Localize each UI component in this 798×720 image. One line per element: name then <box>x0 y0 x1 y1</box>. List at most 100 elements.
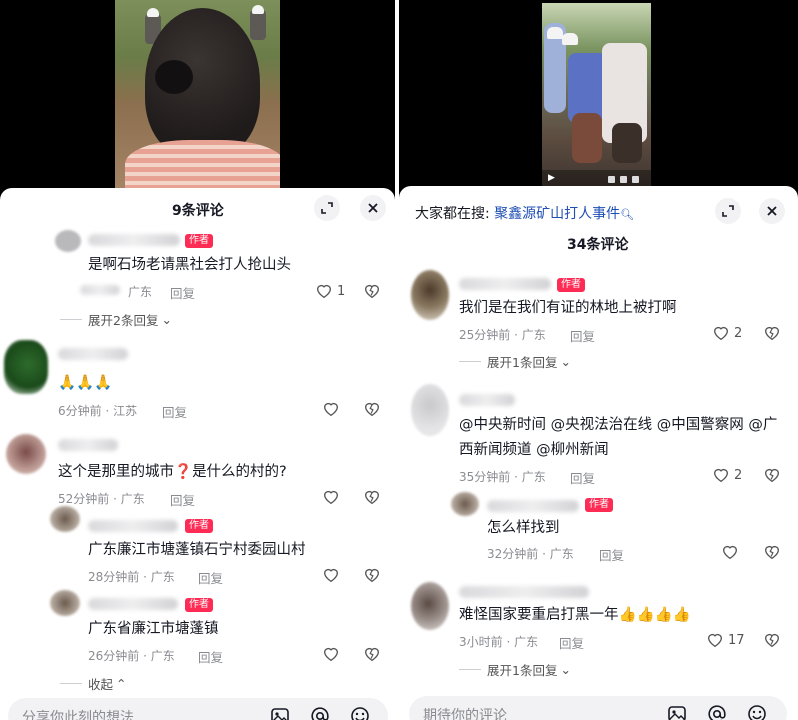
expand-replies-button[interactable]: 展开1条回复 ⌄ <box>459 352 571 371</box>
avatar[interactable] <box>55 230 81 252</box>
avatar[interactable] <box>451 492 479 516</box>
control-icon[interactable] <box>632 176 639 183</box>
author-badge: 作者 <box>585 498 613 512</box>
collapse-replies-button[interactable]: 收起 ⌃ <box>60 674 127 693</box>
control-icon[interactable] <box>608 176 615 183</box>
reply-button[interactable]: 回复 <box>170 283 195 302</box>
like-button[interactable] <box>322 400 340 418</box>
at-icon[interactable] <box>310 706 330 720</box>
divider-line <box>60 319 82 320</box>
like-button[interactable]: 17 <box>706 631 745 649</box>
chevron-down-icon: ⌄ <box>161 312 172 327</box>
close-button[interactable] <box>759 198 785 224</box>
comment-meta: 28分钟前 · 广东 <box>88 570 175 584</box>
video-player[interactable] <box>115 0 280 188</box>
avatar[interactable] <box>411 384 449 436</box>
username[interactable] <box>58 348 128 360</box>
username[interactable] <box>58 439 118 451</box>
comment-text: 西新闻频道 @柳州新闻 <box>459 442 609 458</box>
avatar[interactable] <box>4 340 48 394</box>
image-icon[interactable] <box>667 704 687 720</box>
reply-button[interactable]: 回复 <box>570 326 595 345</box>
emoji-icon[interactable] <box>747 704 767 720</box>
search-term-link[interactable]: 聚鑫源矿山打人事件 <box>494 206 620 222</box>
comment-text-part: 是什么的村的? <box>192 464 287 480</box>
heart-icon <box>714 326 728 341</box>
comment-input[interactable]: 分享你此刻的想法 <box>8 698 388 720</box>
expand-replies-label: 展开2条回复 <box>88 313 159 328</box>
comment-input[interactable]: 期待你的评论 <box>409 696 787 720</box>
broken-heart-icon <box>365 284 379 299</box>
comment-input-placeholder: 分享你此刻的想法 <box>22 710 134 720</box>
comment-text: 怎么样找到 <box>487 520 560 536</box>
close-button[interactable] <box>360 195 386 221</box>
reply-button[interactable]: 回复 <box>599 545 624 564</box>
reply-button[interactable]: 回复 <box>559 633 584 652</box>
dislike-button[interactable] <box>363 400 381 422</box>
chevron-down-icon: ⌄ <box>560 354 571 369</box>
dislike-button[interactable] <box>763 466 781 488</box>
username[interactable] <box>88 520 178 532</box>
reply-button[interactable]: 回复 <box>198 647 223 666</box>
dislike-button[interactable] <box>763 631 781 653</box>
dislike-button[interactable] <box>363 488 381 510</box>
reply-button[interactable]: 回复 <box>198 568 223 587</box>
expand-replies-button[interactable]: 展开2条回复 ⌄ <box>60 310 172 329</box>
video-controls[interactable]: ▶ <box>542 170 651 186</box>
right-screenshot: ▶ 大家都在搜: 聚鑫源矿山打人事件🔍︎ 34条评论 作者 我们是在我们有证的林… <box>399 0 798 720</box>
video-player[interactable]: ▶ <box>542 3 651 186</box>
broken-heart-icon <box>765 468 779 483</box>
dislike-button[interactable] <box>763 543 781 565</box>
video-figure <box>612 123 642 163</box>
close-icon <box>368 203 378 213</box>
reply-button[interactable]: 回复 <box>162 402 187 421</box>
control-icon[interactable] <box>620 176 627 183</box>
like-button[interactable]: 2 <box>712 466 742 484</box>
avatar[interactable] <box>50 506 80 532</box>
expand-replies-button[interactable]: 展开1条回复 ⌄ <box>459 660 571 679</box>
reply-button[interactable]: 回复 <box>570 468 595 487</box>
comment-meta: 52分钟前 · 广东 <box>58 492 145 506</box>
username[interactable] <box>487 500 579 512</box>
like-button[interactable] <box>322 566 340 584</box>
username[interactable] <box>88 598 178 610</box>
username[interactable] <box>88 234 180 246</box>
author-badge: 作者 <box>185 519 213 533</box>
like-button[interactable]: 1 <box>315 282 345 300</box>
comment-text: 广东廉江市塘蓬镇石宁村委园山村 <box>88 542 306 558</box>
play-icon[interactable]: ▶ <box>548 173 555 183</box>
expand-replies-label: 展开1条回复 <box>487 663 558 678</box>
at-icon[interactable] <box>707 704 727 720</box>
avatar[interactable] <box>411 270 449 320</box>
like-button[interactable] <box>322 645 340 663</box>
expand-icon <box>321 202 333 214</box>
search-prefix: 大家都在搜: <box>415 206 490 222</box>
image-icon[interactable] <box>270 706 290 720</box>
trending-search[interactable]: 大家都在搜: 聚鑫源矿山打人事件🔍︎ <box>415 203 634 223</box>
username[interactable] <box>459 586 589 598</box>
avatar[interactable] <box>50 590 80 616</box>
question-mark-emoji: ❓ <box>174 464 193 480</box>
like-button[interactable] <box>322 488 340 506</box>
expand-button[interactable] <box>715 198 741 224</box>
dislike-button[interactable] <box>363 566 381 588</box>
like-button[interactable]: 2 <box>712 324 742 342</box>
dislike-button[interactable] <box>363 645 381 667</box>
expand-replies-label: 展开1条回复 <box>487 355 558 370</box>
dislike-button[interactable] <box>763 324 781 346</box>
emoji-icon[interactable] <box>350 706 370 720</box>
like-button[interactable] <box>721 543 739 561</box>
username[interactable] <box>459 278 551 290</box>
reply-button[interactable]: 回复 <box>170 490 195 509</box>
dislike-button[interactable] <box>363 282 381 304</box>
username[interactable] <box>459 394 515 406</box>
comment-meta: 26分钟前 · 广东 <box>88 649 175 663</box>
avatar[interactable] <box>6 434 46 474</box>
like-count: 17 <box>728 632 745 648</box>
avatar[interactable] <box>411 582 449 630</box>
divider-line <box>459 361 481 362</box>
comment-text: 我们是在我们有证的林地上被打啊 <box>459 300 677 316</box>
broken-heart-icon <box>765 545 779 560</box>
expand-button[interactable] <box>314 195 340 221</box>
like-count: 2 <box>734 325 743 341</box>
